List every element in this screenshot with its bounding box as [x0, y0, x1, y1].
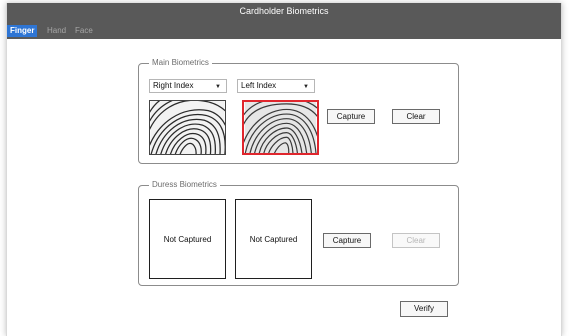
- duress-slot-2[interactable]: Not Captured: [235, 199, 312, 279]
- duress-slot-1[interactable]: Not Captured: [149, 199, 226, 279]
- duress-clear-button[interactable]: Clear: [392, 233, 440, 248]
- duress-biometrics-group: Duress Biometrics Not Captured Not Captu…: [138, 179, 459, 286]
- biometrics-window: Cardholder Biometrics Finger Hand Face M…: [6, 3, 562, 336]
- main-capture-button[interactable]: Capture: [327, 109, 375, 124]
- main-clear-button[interactable]: Clear: [392, 109, 440, 124]
- duress-slot-1-status: Not Captured: [163, 234, 212, 244]
- left-index-select-value: Left Index: [241, 81, 277, 90]
- chevron-down-icon: ▼: [215, 84, 221, 90]
- main-biometrics-group: Main Biometrics Right Index ▼ Left Index…: [138, 57, 459, 164]
- right-index-fingerprint-image[interactable]: [149, 100, 226, 155]
- left-index-select[interactable]: Left Index ▼: [237, 79, 315, 93]
- tab-hand[interactable]: Hand: [44, 25, 69, 37]
- main-biometrics-label: Main Biometrics: [149, 57, 212, 69]
- tab-finger[interactable]: Finger: [7, 25, 38, 37]
- tab-strip: Finger Hand Face: [7, 20, 561, 39]
- duress-capture-button[interactable]: Capture: [323, 233, 371, 248]
- duress-slot-2-status: Not Captured: [249, 234, 298, 244]
- left-index-fingerprint-image[interactable]: [242, 100, 319, 155]
- right-index-select[interactable]: Right Index ▼: [149, 79, 227, 93]
- window-title: Cardholder Biometrics: [239, 6, 329, 16]
- fingerprint-icon: [244, 102, 317, 153]
- verify-button[interactable]: Verify: [400, 301, 448, 317]
- duress-biometrics-label: Duress Biometrics: [149, 179, 220, 191]
- title-bar: Cardholder Biometrics: [7, 3, 561, 20]
- chevron-down-icon: ▼: [303, 84, 309, 90]
- fingerprint-icon: [150, 101, 225, 154]
- tab-face[interactable]: Face: [72, 25, 96, 37]
- right-index-select-value: Right Index: [153, 81, 194, 90]
